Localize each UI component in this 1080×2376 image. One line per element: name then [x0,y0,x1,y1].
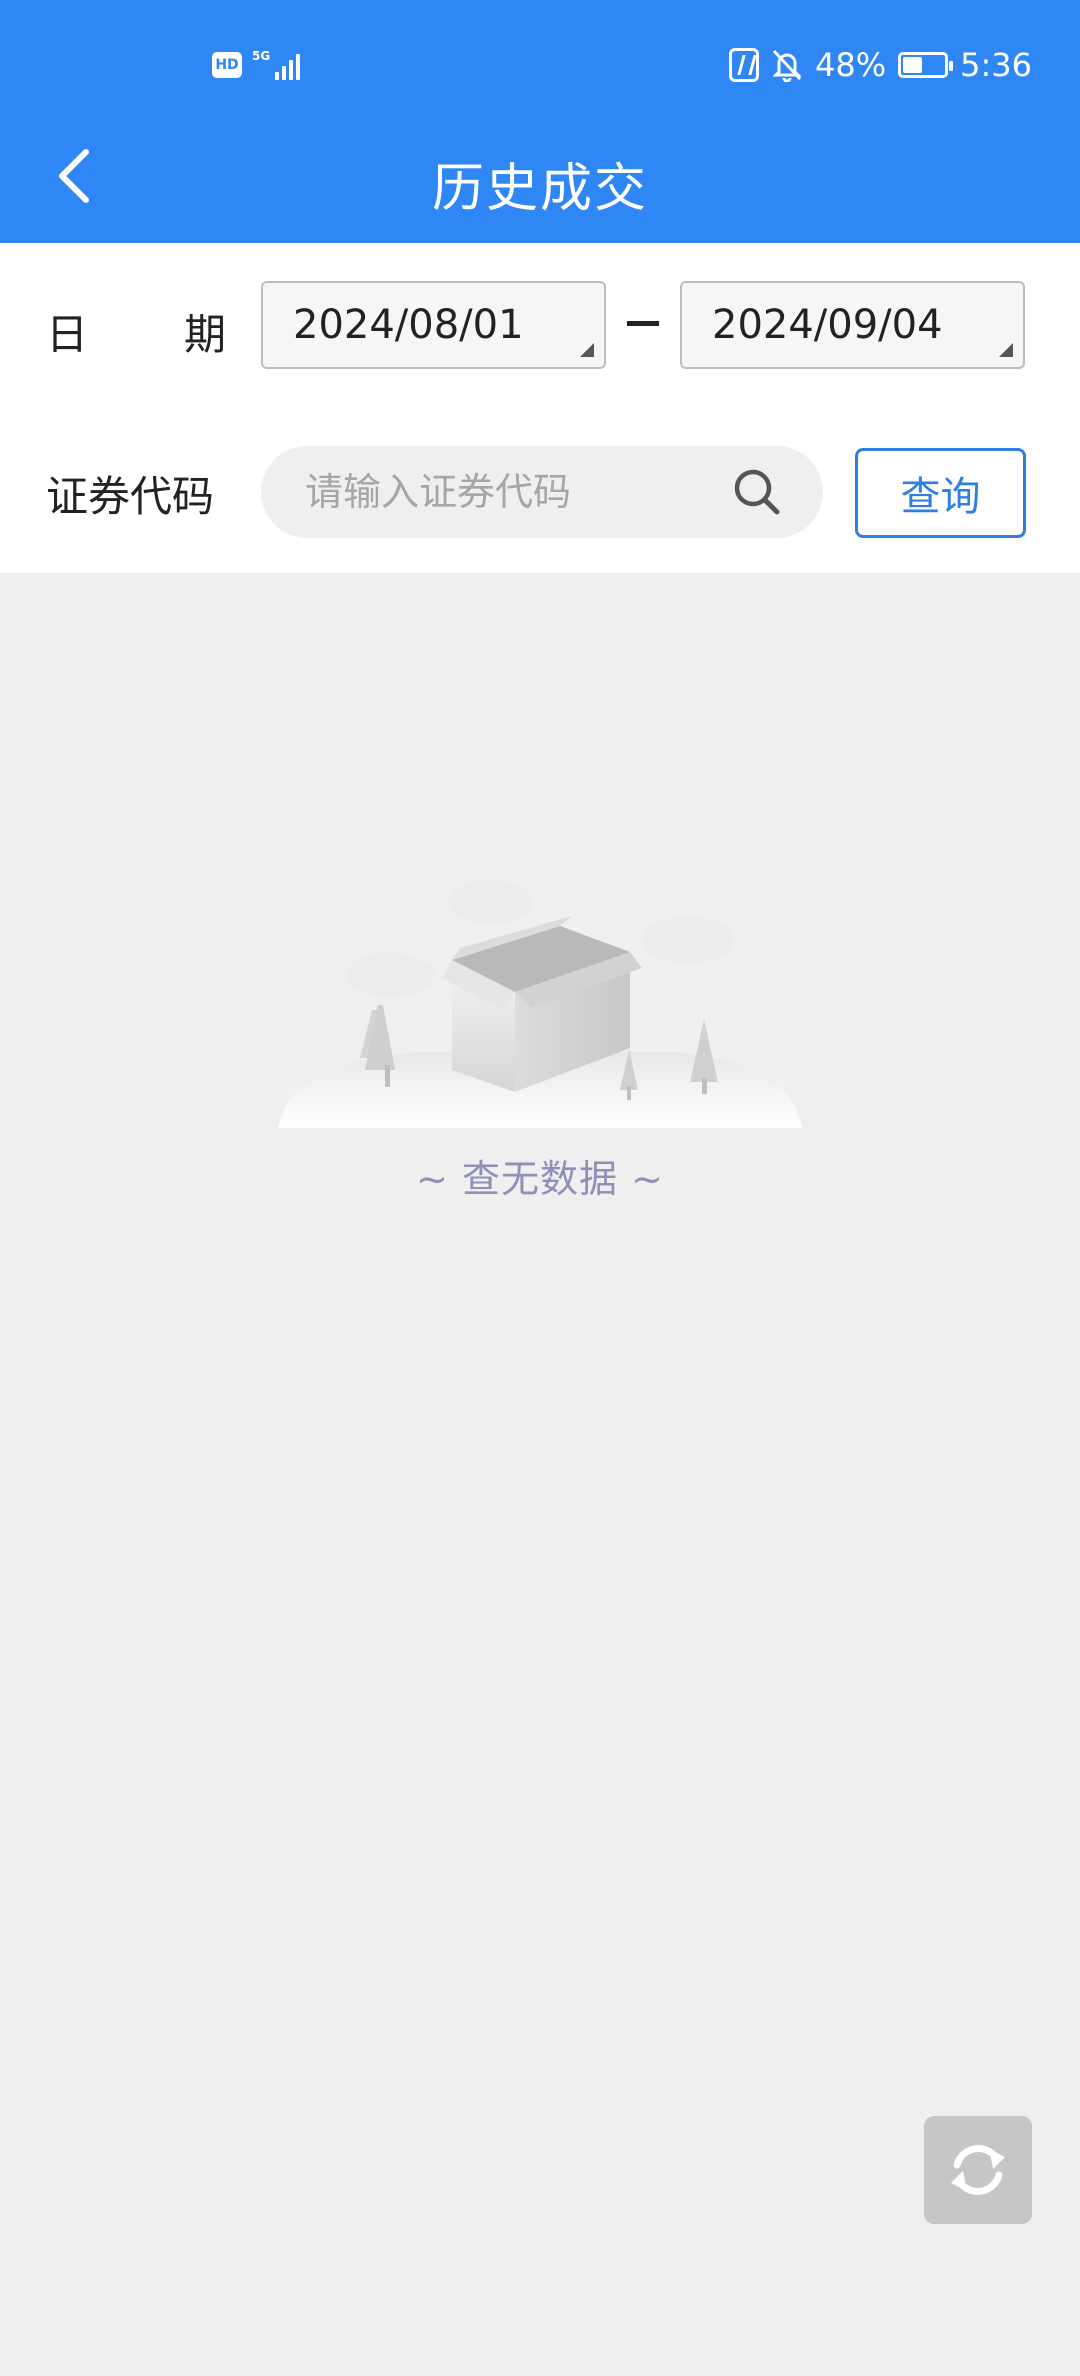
network-type: 5G [252,49,271,63]
battery-fill [903,57,923,73]
empty-box-icon [278,880,802,1128]
date-label-part1: 日 [46,310,89,359]
date-range-separator [627,321,659,326]
app-header: HD 5G 48% 5:36 历史成交 [0,0,1080,243]
network-indicators: HD 5G [212,49,301,80]
nfc-icon [729,48,760,82]
status-bar: HD 5G 48% 5:36 [0,0,1080,130]
battery-percent: 48% [815,46,887,84]
start-date-picker[interactable]: 2024/08/01 [261,281,606,369]
empty-message: ~ 查无数据 ~ [416,1157,664,1201]
search-icon[interactable] [731,466,783,518]
hd-badge: HD [212,52,242,78]
bell-off-icon [772,49,802,82]
end-date-picker[interactable]: 2024/09/04 [680,281,1025,369]
search-input[interactable] [305,446,725,538]
battery-icon [898,52,954,78]
query-button[interactable]: 查询 [855,448,1026,538]
dropdown-corner-icon [999,343,1013,357]
start-date-value: 2024/08/01 [293,302,524,348]
clock: 5:36 [960,46,1032,84]
dropdown-corner-icon [580,343,594,357]
security-code-label: 证券代码 [46,472,215,521]
search-box[interactable] [261,446,823,538]
signal-icon: 5G [252,49,301,80]
page-title: 历史成交 [431,159,648,219]
query-form: 日 期 2024/08/01 2024/09/04 证券代码 查询 [0,243,1080,573]
end-date-value: 2024/09/04 [712,302,943,348]
refresh-button[interactable] [924,2116,1032,2224]
refresh-icon [951,2145,1005,2195]
date-label: 日 期 [46,301,226,362]
date-label-part2: 期 [183,310,226,359]
status-right: 48% 5:36 [729,46,1032,84]
